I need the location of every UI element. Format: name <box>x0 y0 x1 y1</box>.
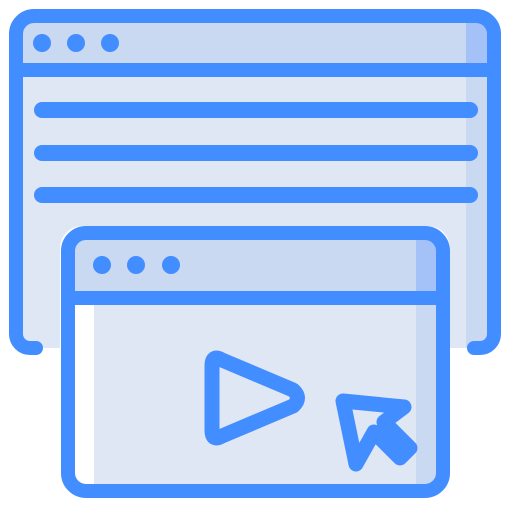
illustration-svg <box>9 9 501 498</box>
back-window-titlebar <box>16 16 494 70</box>
front-window-dot-2 <box>127 256 145 274</box>
front-window-dot-3 <box>162 256 180 274</box>
back-window-dot-2 <box>67 34 85 52</box>
front-window-content <box>68 298 443 491</box>
back-window-dot-3 <box>101 34 119 52</box>
front-window-dot-1 <box>93 256 111 274</box>
back-window-dot-1 <box>33 34 51 52</box>
front-window-titlebar <box>68 233 442 298</box>
web-video-illustration <box>0 0 512 512</box>
video-player-window-icon <box>60 226 450 498</box>
